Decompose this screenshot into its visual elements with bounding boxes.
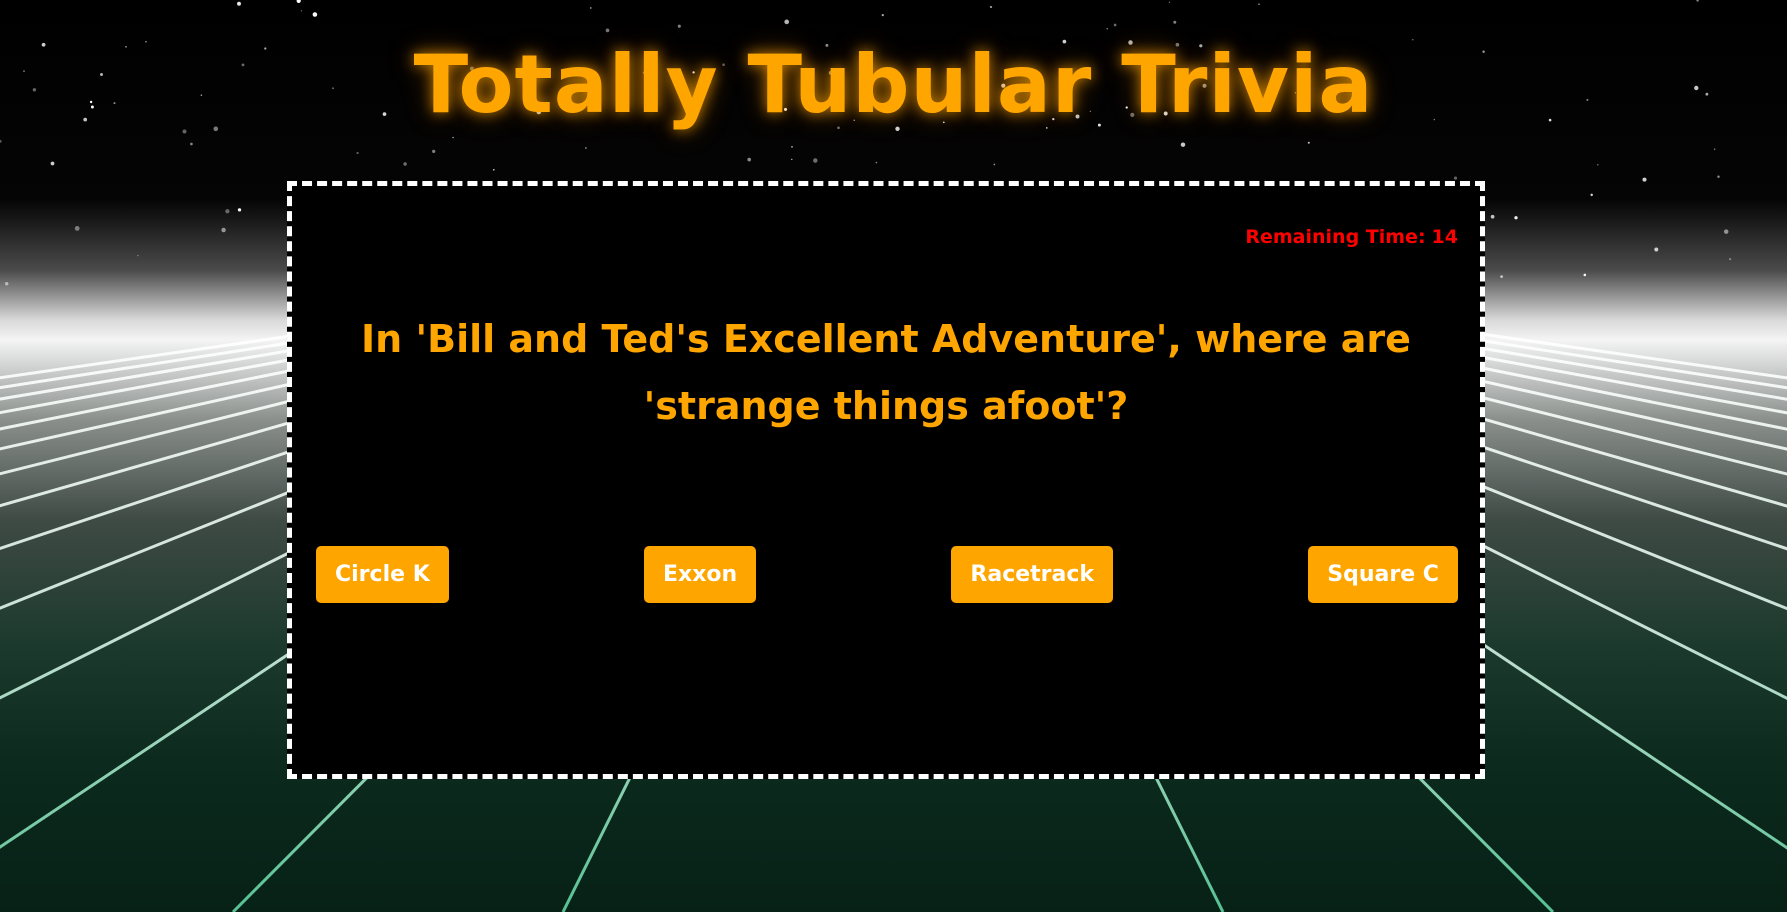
star [296,0,301,4]
star [590,7,592,9]
answer-button-racetrack[interactable]: Racetrack [951,546,1114,603]
star [1597,164,1599,166]
star [993,163,996,166]
answer-options: Circle K Exxon Racetrack Square C [316,546,1458,603]
star [1258,3,1260,6]
star [1642,177,1647,182]
star [300,10,303,12]
star [1713,148,1716,150]
star [50,161,55,166]
star [1729,258,1732,261]
star [492,168,495,171]
answer-button-exxon[interactable]: Exxon [643,546,757,603]
star [605,28,610,33]
star [813,158,818,163]
star [1514,216,1518,220]
star [1490,214,1495,219]
star [875,161,878,164]
star [1723,229,1729,234]
grid-line [0,328,334,380]
star [677,24,681,28]
star [1307,141,1310,144]
star [1583,273,1587,277]
trivia-panel: Remaining Time: 14 In 'Bill and Ted's Exc… [287,181,1485,779]
star [312,12,318,17]
remaining-time: Remaining Time: 14 [1245,226,1458,248]
star [356,151,359,155]
star [1696,0,1699,2]
star [784,19,790,25]
question-text: In 'Bill and Ted's Excellent Adventure',… [361,317,1411,428]
timer-value: 14 [1431,226,1458,248]
star [1500,275,1503,278]
star [1180,142,1186,147]
star [1453,176,1458,180]
answer-button-circle-k[interactable]: Circle K [316,546,449,603]
star [225,209,230,214]
star [1106,28,1108,30]
star [221,227,226,233]
page-title: Totally Tubular Trivia [413,38,1374,131]
grid-line [1452,328,1787,380]
star [1654,247,1659,252]
answer-button-square-c[interactable]: Square C [1308,546,1458,603]
star [1113,23,1117,27]
star [137,254,139,257]
star [4,281,9,286]
star [1173,20,1177,24]
star [0,139,2,143]
star [237,208,242,212]
star [1590,193,1593,197]
star [791,146,793,148]
star [432,149,436,154]
timer-label: Remaining Time: [1245,226,1426,248]
star [585,147,587,149]
star [1168,1,1171,3]
star [747,157,752,162]
star [989,5,993,9]
star [190,142,193,146]
star [1717,175,1720,178]
star [403,162,407,166]
star [881,14,884,17]
star [237,1,241,6]
star [791,158,793,161]
star [452,136,454,139]
star [74,226,80,231]
